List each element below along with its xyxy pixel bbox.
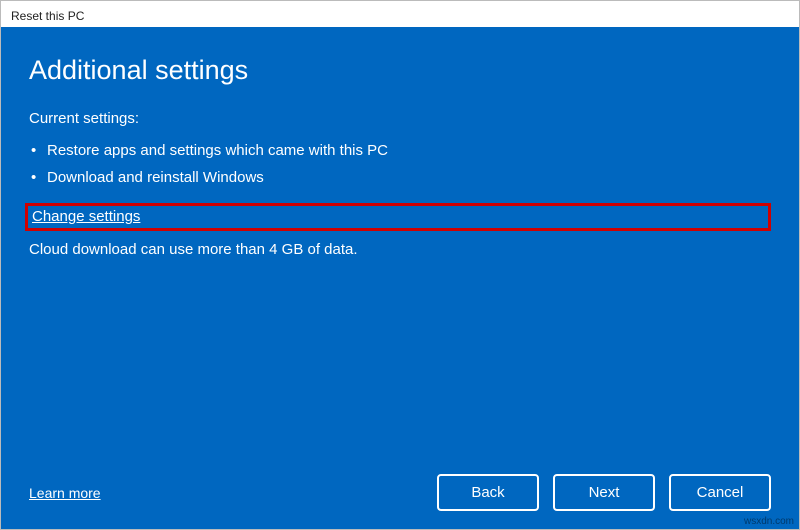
- window-title: Reset this PC: [11, 9, 84, 23]
- list-item: Download and reinstall Windows: [29, 164, 771, 191]
- learn-more-link[interactable]: Learn more: [29, 485, 101, 501]
- page-heading: Additional settings: [29, 55, 771, 86]
- content-area: Additional settings Current settings: Re…: [1, 27, 799, 529]
- settings-list: Restore apps and settings which came wit…: [29, 137, 771, 191]
- current-settings-label: Current settings:: [29, 110, 771, 127]
- watermark: wsxdn.com: [744, 516, 794, 527]
- cancel-button[interactable]: Cancel: [669, 474, 771, 511]
- titlebar: Reset this PC: [1, 1, 799, 27]
- change-settings-link[interactable]: Change settings: [32, 208, 140, 225]
- change-settings-highlight: Change settings: [25, 203, 771, 231]
- next-button[interactable]: Next: [553, 474, 655, 511]
- footer: Learn more Back Next Cancel: [29, 454, 771, 511]
- back-button[interactable]: Back: [437, 474, 539, 511]
- list-item: Restore apps and settings which came wit…: [29, 137, 771, 164]
- reset-pc-window: Reset this PC Additional settings Curren…: [0, 0, 800, 530]
- cloud-download-note: Cloud download can use more than 4 GB of…: [29, 241, 771, 258]
- button-row: Back Next Cancel: [437, 474, 771, 511]
